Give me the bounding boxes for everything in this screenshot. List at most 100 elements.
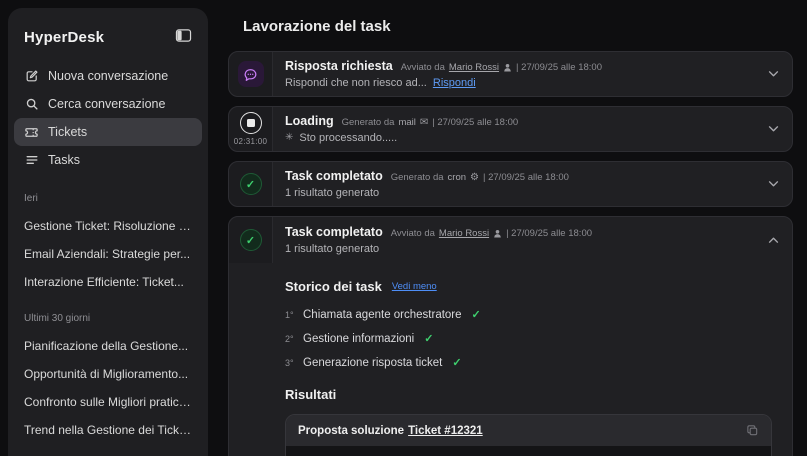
card-meta: Avviato da Mario Rossi | 27/09/25 alle 1… — [391, 228, 592, 239]
section-title: Ieri — [8, 176, 208, 212]
proposal-body-text: Lorem ipsum dolor sit amet consectetur. … — [286, 446, 771, 456]
meta-datetime: | 27/09/25 alle 18:00 — [506, 228, 592, 239]
card-title: Risposta richiesta — [285, 59, 393, 73]
compose-icon — [24, 69, 39, 84]
meta-prefix: Generato da — [391, 172, 444, 183]
chat-bubble-icon — [238, 61, 264, 87]
task-card-completato-cron[interactable]: ✓ Task completato Generato da cron ⚙ | 2… — [228, 161, 793, 207]
card-icon-column: ✓ — [229, 217, 273, 263]
list-icon — [24, 153, 39, 168]
card-meta: Generato da cron ⚙ | 27/09/25 alle 18:00 — [391, 172, 569, 183]
meta-datetime: | 27/09/25 alle 18:00 — [483, 172, 569, 183]
chevron-down-icon[interactable] — [768, 71, 779, 78]
sidebar-nav: Nuova conversazione Cerca conversazione — [8, 60, 208, 176]
step-number: 3° — [285, 358, 296, 368]
card-icon-column: 02:31:00 — [229, 107, 273, 151]
meta-prefix: Avviato da — [391, 228, 435, 239]
chevron-down-icon[interactable] — [768, 126, 779, 133]
card-header[interactable]: ✓ Task completato Avviato da Mario Rossi — [229, 217, 792, 263]
actor-link[interactable]: Mario Rossi — [449, 62, 499, 73]
conversation-item[interactable]: Gestione Ticket: Risoluzione Rapida — [8, 212, 208, 240]
conversation-item[interactable]: Opportunità di Miglioramento... — [8, 360, 208, 388]
meta-datetime: | 27/09/25 alle 18:00 — [516, 62, 602, 73]
person-icon — [493, 229, 502, 238]
task-step: 1° Chiamata agente orchestratore ✓ — [285, 308, 772, 321]
proposal-title: Proposta soluzione — [298, 425, 404, 437]
main-content: Lavorazione del task — [208, 0, 807, 456]
task-step: 3° Generazione risposta ticket ✓ — [285, 356, 772, 369]
meta-source: cron — [448, 172, 466, 183]
sidebar: HyperDesk Nuova conversazion — [8, 8, 208, 456]
rispondi-link[interactable]: Rispondi — [433, 77, 476, 89]
step-label: Gestione informazioni — [303, 333, 414, 345]
card-subtext: 1 risultato generato — [285, 243, 379, 255]
card-subtext: Rispondi che non riesco ad... — [285, 77, 427, 89]
card-body: Task completato Generato da cron ⚙ | 27/… — [273, 162, 792, 206]
card-body: Risposta richiesta Avviato da Mario Ross… — [273, 52, 792, 96]
step-label: Chiamata agente orchestratore — [303, 309, 462, 321]
sidebar-toggle-button[interactable] — [173, 26, 194, 48]
task-card-loading[interactable]: 02:31:00 Loading Generato da mail ✉ | 27… — [228, 106, 793, 152]
card-meta: Avviato da Mario Rossi | 27/09/25 alle 1… — [401, 62, 602, 73]
task-timer: 02:31:00 — [234, 137, 268, 146]
card-title: Task completato — [285, 225, 383, 239]
meta-prefix: Avviato da — [401, 62, 445, 73]
results-title: Risultati — [285, 387, 772, 402]
sidebar-item-tasks[interactable]: Tasks — [14, 146, 202, 174]
conversation-item[interactable]: Confronto sulle Migliori pratiche... — [8, 388, 208, 416]
nav-label: Cerca conversazione — [48, 97, 165, 111]
conversation-item[interactable]: Interazione Efficiente: Ticket... — [8, 268, 208, 296]
card-icon-column — [229, 52, 273, 96]
sidebar-header: HyperDesk — [8, 8, 208, 60]
meta-prefix: Generato da — [342, 117, 395, 128]
chevron-up-icon[interactable] — [768, 237, 779, 244]
chevron-down-icon[interactable] — [768, 181, 779, 188]
conversation-item[interactable]: Pianificazione della Gestione... — [8, 332, 208, 360]
card-body: Task completato Avviato da Mario Rossi |… — [273, 217, 792, 263]
nav-label: Nuova conversazione — [48, 69, 168, 83]
sidebar-item-tickets[interactable]: Tickets — [14, 118, 202, 146]
card-subtext: Sto processando..... — [299, 132, 397, 144]
step-number: 2° — [285, 334, 296, 344]
check-icon: ✓ — [424, 332, 433, 345]
nav-label: Tasks — [48, 153, 80, 167]
ticket-link[interactable]: Ticket #12321 — [408, 425, 483, 437]
vedi-meno-link[interactable]: Vedi meno — [392, 281, 437, 292]
task-card-completato-expanded[interactable]: ✓ Task completato Avviato da Mario Rossi — [228, 216, 793, 456]
app-title: HyperDesk — [24, 29, 104, 46]
conversation-item[interactable]: Trend nella Gestione dei Ticket... — [8, 416, 208, 444]
task-step: 2° Gestione informazioni ✓ — [285, 332, 772, 345]
panel-left-icon — [175, 28, 192, 46]
proposal-header: Proposta soluzione Ticket #12321 — [286, 415, 771, 446]
spinner-icon: ✳ — [285, 133, 293, 143]
card-subtext: 1 risultato generato — [285, 187, 379, 199]
sidebar-item-nuova-conversazione[interactable]: Nuova conversazione — [14, 62, 202, 90]
sidebar-item-cerca-conversazione[interactable]: Cerca conversazione — [14, 90, 202, 118]
actor-link[interactable]: Mario Rossi — [439, 228, 489, 239]
check-icon: ✓ — [472, 308, 481, 321]
history-section-ieri: Ieri Gestione Ticket: Risoluzione Rapida… — [8, 176, 208, 296]
meta-datetime: | 27/09/25 alle 18:00 — [432, 117, 518, 128]
search-icon — [24, 97, 39, 112]
check-circle-icon: ✓ — [240, 173, 262, 195]
stop-icon[interactable] — [240, 112, 262, 134]
check-circle-icon: ✓ — [240, 229, 262, 251]
card-expanded-area: Storico dei task Vedi meno 1° Chiamata a… — [229, 263, 792, 456]
task-card-risposta-richiesta[interactable]: Risposta richiesta Avviato da Mario Ross… — [228, 51, 793, 97]
gear-icon: ⚙ — [470, 173, 479, 183]
ticket-icon — [24, 125, 39, 140]
proposal-card: Proposta soluzione Ticket #12321 Lorem i… — [285, 414, 772, 456]
card-title: Task completato — [285, 169, 383, 183]
history-title: Storico dei task — [285, 279, 382, 294]
conversation-item[interactable]: Email Aziendali: Strategie per... — [8, 240, 208, 268]
mail-icon: ✉ — [420, 118, 428, 128]
check-icon: ✓ — [452, 356, 461, 369]
card-icon-column: ✓ — [229, 162, 273, 206]
meta-source: mail — [398, 117, 415, 128]
copy-icon[interactable] — [746, 424, 759, 437]
card-meta: Generato da mail ✉ | 27/09/25 alle 18:00 — [342, 117, 519, 128]
nav-label: Tickets — [48, 125, 87, 139]
history-section-ultimi-30-giorni: Ultimi 30 giorni Pianificazione della Ge… — [8, 296, 208, 444]
person-icon — [503, 63, 512, 72]
app-root: HyperDesk Nuova conversazion — [0, 0, 807, 456]
